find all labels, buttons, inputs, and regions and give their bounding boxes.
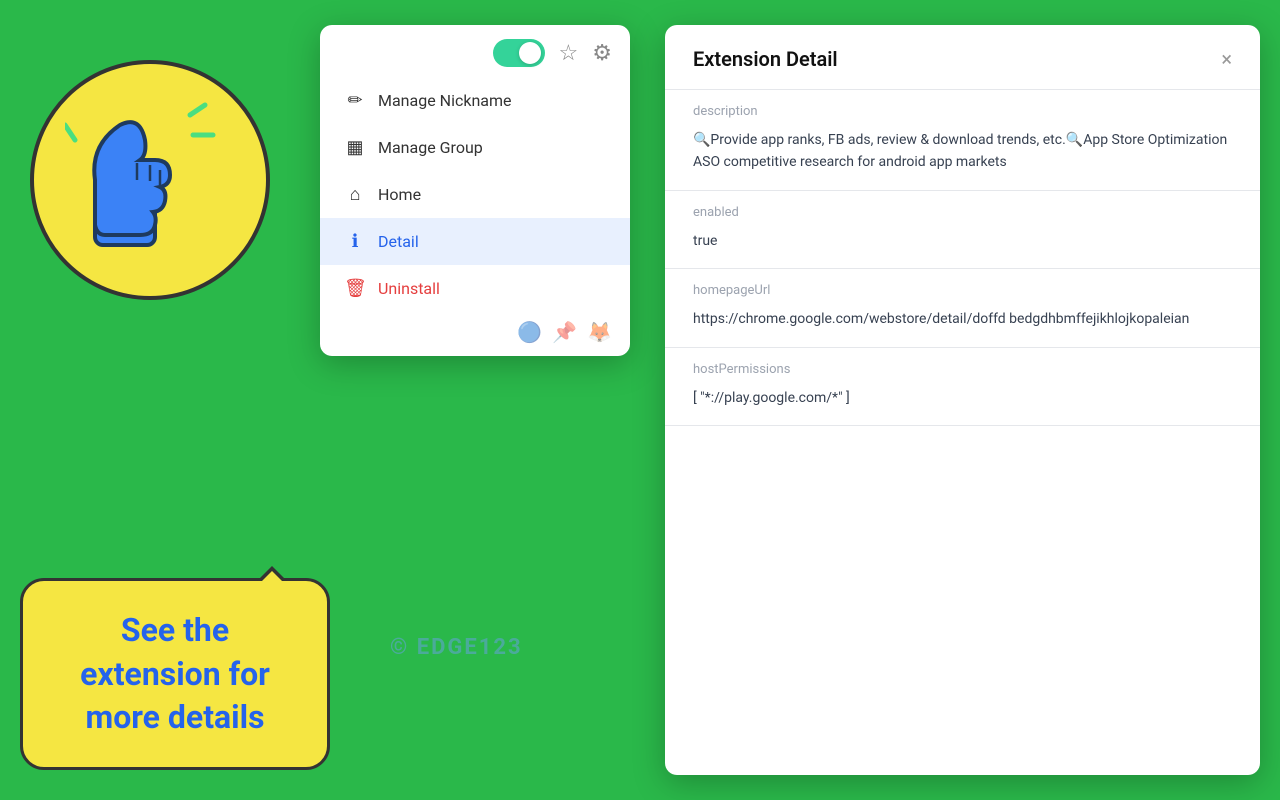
star-icon[interactable]: ☆ <box>559 41 579 66</box>
menu-item-home[interactable]: ⌂ Home <box>320 171 630 218</box>
toggle-knob <box>519 42 541 64</box>
home-icon: ⌂ <box>344 184 366 205</box>
popup-header: ☆ ⚙ <box>320 25 630 77</box>
popup-menu: ☆ ⚙ ✏ Manage Nickname ▦ Manage Group ⌂ H… <box>320 25 630 356</box>
field-homepage: homepageUrl https://chrome.google.com/we… <box>665 269 1260 347</box>
menu-item-detail[interactable]: ℹ Detail <box>320 218 630 265</box>
footer-icon-3: 🦊 <box>587 320 612 344</box>
extension-detail-panel: Extension Detail × description 🔍Provide … <box>665 25 1260 775</box>
popup-footer: 🔵 📌 🦊 <box>320 312 630 344</box>
ext-detail-title: Extension Detail <box>693 47 838 71</box>
menu-item-uninstall[interactable]: 🗑 Uninstall <box>320 265 630 312</box>
thumbs-up-icon <box>65 100 235 260</box>
field-label-homepage: homepageUrl <box>665 269 1260 304</box>
extension-toggle[interactable] <box>493 39 545 67</box>
edit-icon: ✏ <box>344 90 366 111</box>
field-value-description: 🔍Provide app ranks, FB ads, review & dow… <box>665 125 1260 190</box>
field-description: description 🔍Provide app ranks, FB ads, … <box>665 90 1260 191</box>
menu-item-nickname[interactable]: ✏ Manage Nickname <box>320 77 630 124</box>
speech-bubble-text: See the extension for more details <box>47 609 303 739</box>
group-icon: ▦ <box>344 137 366 158</box>
info-icon: ℹ <box>344 231 366 252</box>
field-label-enabled: enabled <box>665 191 1260 226</box>
field-value-permissions: [ "*://play.google.com/*" ] <box>665 383 1260 425</box>
footer-icon-1: 🔵 <box>517 320 542 344</box>
menu-item-group[interactable]: ▦ Manage Group <box>320 124 630 171</box>
field-label-description: description <box>665 90 1260 125</box>
gear-icon[interactable]: ⚙ <box>592 41 612 66</box>
ext-detail-header: Extension Detail × <box>665 25 1260 90</box>
thumbs-up-circle <box>30 60 270 300</box>
close-button[interactable]: × <box>1221 49 1232 69</box>
field-permissions: hostPermissions [ "*://play.google.com/*… <box>665 348 1260 426</box>
watermark: © EDGE123 <box>390 635 523 660</box>
footer-icon-2: 📌 <box>552 320 577 344</box>
field-value-enabled: true <box>665 226 1260 268</box>
field-label-permissions: hostPermissions <box>665 348 1260 383</box>
field-enabled: enabled true <box>665 191 1260 269</box>
trash-icon: 🗑 <box>344 278 366 299</box>
field-value-homepage: https://chrome.google.com/webstore/detai… <box>665 304 1260 346</box>
speech-bubble: See the extension for more details <box>20 578 330 770</box>
